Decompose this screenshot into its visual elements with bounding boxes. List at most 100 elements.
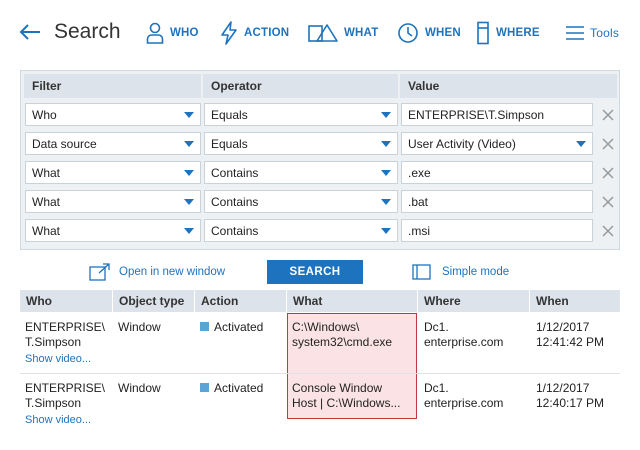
when-date: 1/12/2017 [536,381,590,395]
what-line: C:\Windows\ [292,320,360,334]
nav-what[interactable]: WHAT [308,20,378,46]
chevron-down-icon [184,141,194,147]
object-type-cell: Window [118,381,161,395]
lightning-icon [221,21,237,45]
nav-tools-label: Tools [590,26,620,40]
operator-select[interactable]: Equals [204,132,398,155]
value-select[interactable]: User Activity (Video) [401,132,593,155]
nav-tools[interactable]: Tools [566,20,619,46]
remove-filter-icon[interactable] [601,166,615,180]
results-col-object-type[interactable]: Object type [113,290,194,312]
nav-when[interactable]: WHEN [397,20,461,46]
value-col-header: Value [400,74,617,98]
value-input-text: ENTERPRISE\T.Simpson [408,108,545,122]
nav-where-label: WHERE [496,27,540,39]
filter-select[interactable]: Who [25,103,201,126]
when-time: 12:40:17 PM [536,396,605,410]
what-cell: C:\Windows\ system32\cmd.exe [292,320,392,350]
simple-mode-link[interactable]: Simple mode [412,262,509,282]
filter-select[interactable]: What [25,190,201,213]
operator-select[interactable]: Contains [204,219,398,242]
results-col-when[interactable]: When [530,290,620,312]
simple-mode-label: Simple mode [442,266,510,278]
filter-select-value: What [32,195,61,209]
show-video-link[interactable]: Show video... [25,353,91,365]
nav-action[interactable]: ACTION [220,20,289,46]
external-window-icon [89,263,110,281]
operator-select[interactable]: Contains [204,161,398,184]
value-input[interactable]: .msi [401,219,593,242]
filter-select-value: Who [32,108,57,122]
operator-select-value: Equals [211,137,248,151]
remove-filter-icon[interactable] [601,224,615,238]
nav-who[interactable]: WHO [146,20,199,46]
value-input[interactable]: ENTERPRISE\T.Simpson [401,103,593,126]
object-type-cell: Window [118,320,161,334]
value-input-text: .exe [408,166,431,180]
server-icon [477,21,489,45]
remove-filter-icon[interactable] [601,195,615,209]
what-cell: Console Window Host | C:\Windows... [292,381,400,411]
who-cell: ENTERPRISE\ T.Simpson [25,381,105,411]
who-user: T.Simpson [25,335,82,349]
page-title: Search [54,20,121,43]
filter-select[interactable]: What [25,161,201,184]
back-arrow-icon[interactable] [18,20,42,44]
when-time: 12:41:42 PM [536,335,605,349]
filter-select-value: What [32,224,61,238]
results-col-action[interactable]: Action [195,290,286,312]
value-input-text: .bat [408,195,429,209]
action-cell: Activated [200,381,263,396]
who-user: T.Simpson [25,396,82,410]
chevron-down-icon [381,112,391,118]
nav-who-label: WHO [170,27,199,39]
nav-where[interactable]: WHERE [476,20,540,46]
shapes-icon [308,24,338,42]
where-cell: Dc1. enterprise.com [424,320,503,350]
open-new-window-label: Open in new window [119,266,226,278]
filter-select[interactable]: What [25,219,201,242]
status-square-icon [200,383,209,392]
value-input-text: .msi [408,224,430,238]
results-col-where[interactable]: Where [418,290,529,312]
where-line: enterprise.com [424,335,504,349]
operator-select[interactable]: Equals [204,103,398,126]
action-text: Activated [214,320,264,334]
show-video-link[interactable]: Show video... [25,414,91,426]
chevron-down-icon [381,170,391,176]
when-date: 1/12/2017 [536,320,590,334]
chevron-down-icon [184,228,194,234]
filter-col-header: Filter [24,74,201,98]
value-input[interactable]: .bat [401,190,593,213]
filter-select[interactable]: Data source [25,132,201,155]
person-icon [146,22,164,44]
when-cell: 1/12/2017 12:41:42 PM [536,320,604,350]
chevron-down-icon [576,141,586,147]
who-domain: ENTERPRISE\ [25,320,106,334]
who-domain: ENTERPRISE\ [25,381,106,395]
chevron-down-icon [184,170,194,176]
action-cell: Activated [200,320,263,335]
remove-filter-icon[interactable] [601,108,615,122]
operator-select-value: Contains [211,224,259,238]
results-col-who[interactable]: Who [20,290,112,312]
operator-select[interactable]: Contains [204,190,398,213]
search-button[interactable]: SEARCH [267,260,363,284]
chevron-down-icon [184,112,194,118]
action-text: Activated [214,381,264,395]
what-line: Console Window [292,381,383,395]
results-col-what[interactable]: What [287,290,417,312]
value-input[interactable]: .exe [401,161,593,184]
remove-filter-icon[interactable] [601,137,615,151]
header-bar: Search WHO ACTION WHAT WHEN WHERE Tools [0,0,640,66]
operator-col-header: Operator [203,74,398,98]
open-new-window-link[interactable]: Open in new window [89,262,225,282]
where-line: Dc1. [424,320,449,334]
what-line: system32\cmd.exe [292,335,393,349]
chevron-down-icon [381,199,391,205]
what-line: Host | C:\Windows... [292,396,401,410]
clock-icon [398,23,418,43]
where-line: enterprise.com [424,396,504,410]
value-select-value: User Activity (Video) [408,137,516,151]
simple-mode-icon [412,264,431,280]
